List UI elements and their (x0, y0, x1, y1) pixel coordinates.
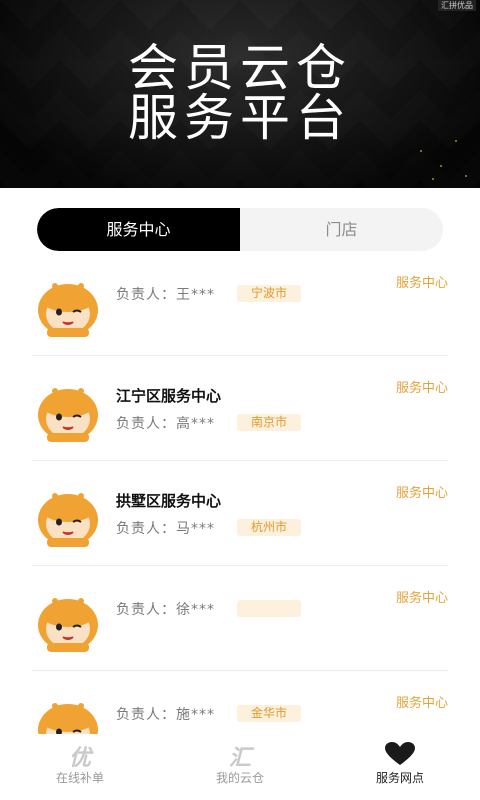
list-divider (32, 670, 448, 671)
item-type-label: 服务中心 (395, 276, 448, 291)
heart-icon (385, 742, 415, 772)
hero-title-line1: 会员云仓 (128, 39, 352, 97)
hero-title-line2: 服务平台 (128, 89, 352, 147)
you-glyph-icon: 优 (68, 746, 92, 771)
item-type-label: 服务中心 (395, 486, 448, 501)
item-person: 负责人：马*** (116, 521, 215, 537)
nav-label: 我的云仓 (215, 771, 264, 785)
list-item[interactable]: 拱墅区服务中心 负责人：马*** 杭州市 服务中心 (32, 472, 448, 576)
nav-label: 服务网点 (375, 771, 424, 785)
list-item[interactable]: 负责人：王*** 宁波市 服务中心 (32, 262, 448, 366)
item-name: 江宁区服务中心 (116, 387, 222, 405)
list-item[interactable]: 江宁区服务中心 负责人：高*** 南京市 服务中心 (32, 367, 448, 471)
city-tag: 宁波市 (237, 285, 301, 302)
item-person: 负责人：王*** (116, 287, 215, 303)
hero-sparkle (420, 150, 422, 152)
list-divider (32, 460, 448, 461)
segment-tabs: 服务中心 门店 (37, 208, 443, 251)
tab-service-center[interactable]: 服务中心 (37, 208, 240, 251)
mascot-avatar (35, 589, 101, 655)
hero-corner-badge: 汇拼优品 (438, 0, 476, 11)
hero-sparkle (440, 165, 442, 167)
list-divider (32, 565, 448, 566)
item-type-label: 服务中心 (395, 696, 448, 711)
nav-label: 在线补单 (55, 771, 104, 785)
nav-online-order[interactable]: 优 在线补单 (0, 734, 160, 800)
bottom-nav: 优 在线补单 汇 我的云仓 服务网点 (0, 734, 480, 800)
item-type-label: 服务中心 (395, 591, 448, 606)
hero-sparkle (432, 178, 434, 180)
list-divider (32, 355, 448, 356)
city-tag: 南京市 (237, 414, 301, 431)
nav-my-warehouse[interactable]: 汇 我的云仓 (160, 734, 320, 800)
list-item[interactable]: 负责人：徐*** 服务中心 (32, 577, 448, 681)
item-person: 负责人：施*** (116, 707, 215, 723)
hero-sparkle (465, 175, 467, 177)
city-tag: 金华市 (237, 705, 301, 722)
mascot-avatar (35, 484, 101, 550)
nav-service-points[interactable]: 服务网点 (320, 734, 480, 800)
item-name: 拱墅区服务中心 (116, 492, 222, 510)
city-tag (237, 600, 301, 617)
tab-store[interactable]: 门店 (240, 208, 443, 251)
item-person: 负责人：徐*** (116, 602, 215, 618)
item-person: 负责人：高*** (116, 416, 215, 432)
mascot-avatar (35, 379, 101, 445)
hui-glyph-icon: 汇 (228, 746, 252, 771)
hero-banner: 会员云仓 服务平台 汇拼优品 (0, 0, 480, 188)
mascot-avatar (35, 274, 101, 340)
city-tag: 杭州市 (237, 519, 301, 536)
item-type-label: 服务中心 (395, 381, 448, 396)
